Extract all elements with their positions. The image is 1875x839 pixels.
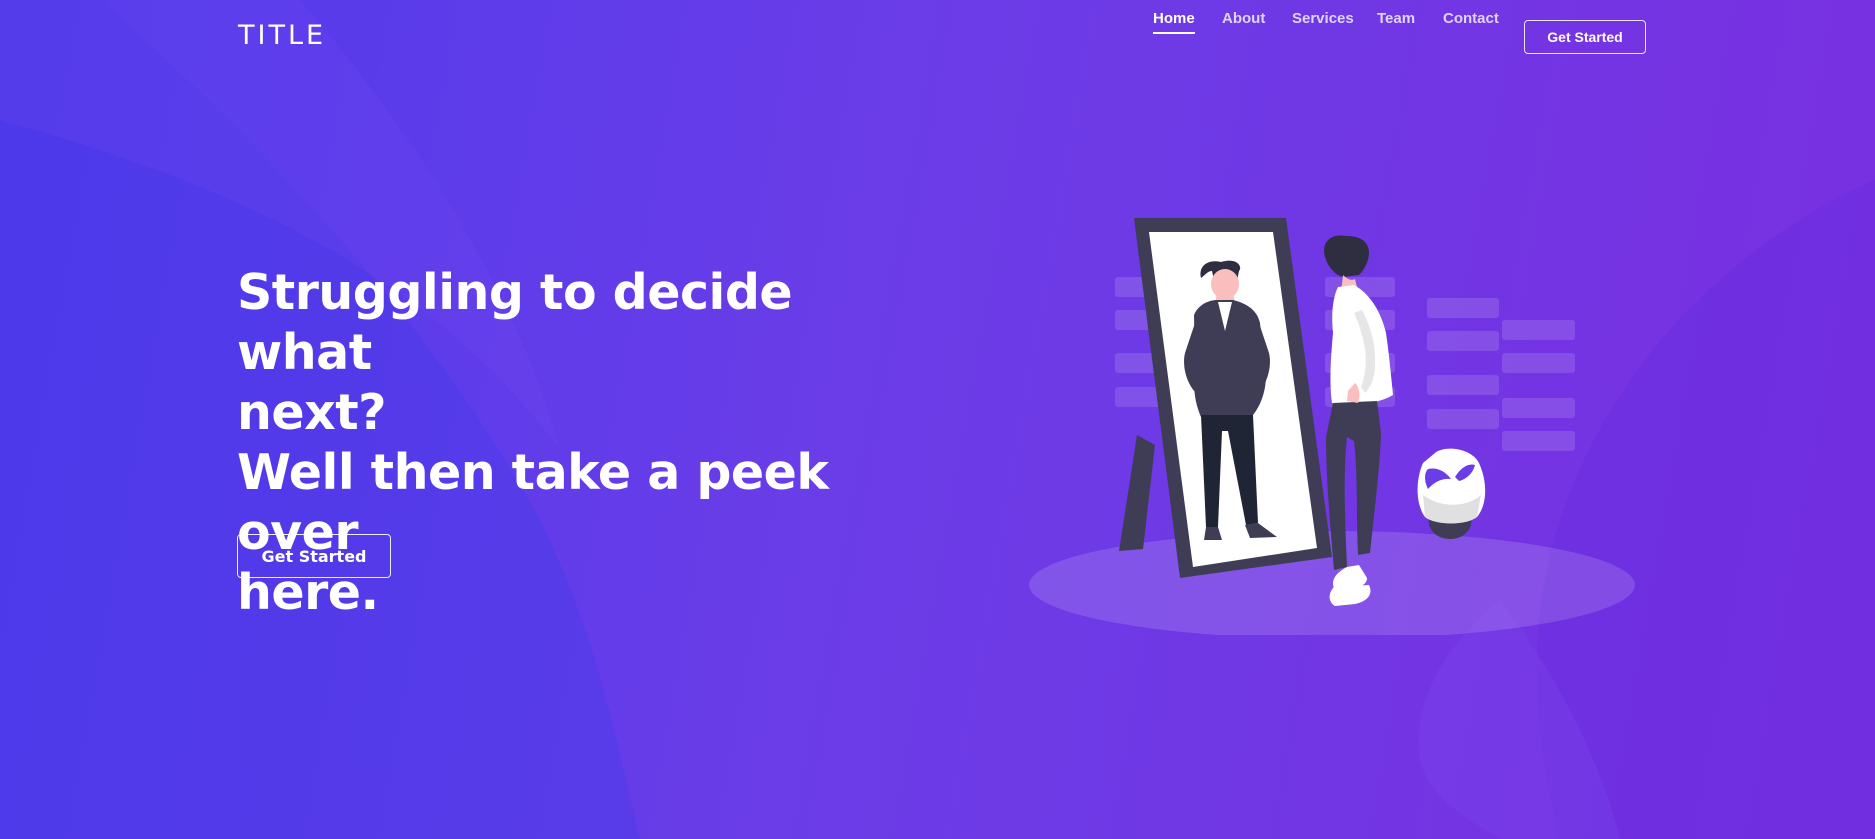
person-looking-in-mirror-illustration xyxy=(1029,218,1635,635)
site-logo[interactable]: TITLE xyxy=(238,20,326,51)
nav-link-label: Home xyxy=(1153,10,1195,27)
nav-link-home[interactable]: Home xyxy=(1153,10,1195,34)
hero-title-line: Struggling to decide what xyxy=(237,264,793,381)
get-started-nav-button[interactable]: Get Started xyxy=(1524,20,1646,54)
landing-page: TITLE Home About Services Team Contact G… xyxy=(0,0,1875,839)
nav-link-team[interactable]: Team xyxy=(1377,10,1415,27)
get-started-hero-button[interactable]: Get Started xyxy=(237,534,391,578)
nav-active-indicator xyxy=(1153,32,1195,34)
hero-title-line: next? xyxy=(237,384,387,441)
nav-link-services[interactable]: Services xyxy=(1292,10,1354,27)
nav-link-contact[interactable]: Contact xyxy=(1443,10,1499,27)
nav-link-about[interactable]: About xyxy=(1222,10,1265,27)
potted-plant xyxy=(1417,448,1486,539)
